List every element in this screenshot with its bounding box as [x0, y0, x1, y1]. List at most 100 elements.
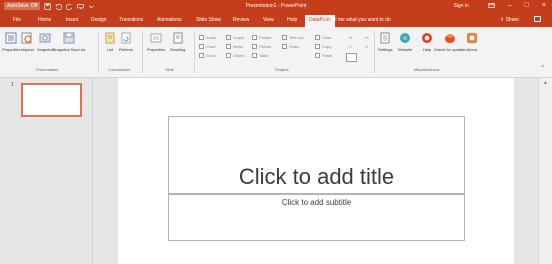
table-button[interactable]: Table	[252, 53, 269, 58]
settings-label: Settings	[378, 47, 393, 52]
scrolling-button[interactable]: Scrolling	[170, 32, 185, 52]
paste-button[interactable]: Paste	[315, 53, 332, 58]
comments-icon[interactable]	[534, 16, 541, 22]
maximize-icon[interactable]: □	[525, 2, 529, 9]
share-button[interactable]: ⇪ Share	[500, 17, 519, 23]
object-icon	[226, 53, 231, 58]
about-icon	[467, 33, 477, 43]
refresh-button[interactable]: Refresh	[119, 32, 133, 52]
refresh-icon	[121, 32, 131, 44]
list-button[interactable]: List	[104, 32, 116, 52]
tab-slide-show[interactable]: Slide Show	[196, 17, 221, 23]
vertical-scrollbar[interactable]: ▲	[538, 78, 552, 264]
chart-icon	[199, 44, 204, 49]
inspect-label: Inspect	[21, 47, 34, 52]
website-label: Website	[398, 47, 413, 52]
audio-label: Audio	[206, 35, 217, 40]
check-updates-icon	[445, 34, 455, 43]
value-box[interactable]	[346, 53, 357, 62]
picture-icon	[252, 44, 257, 49]
audio-button[interactable]: Audio	[199, 35, 216, 40]
slide-editing-area: Click to add title Click to add subtitle	[94, 78, 538, 264]
text-box-button[interactable]: Text box	[282, 35, 304, 40]
paste-label: Paste	[322, 53, 333, 58]
object-label: Object	[233, 53, 245, 58]
graph-button[interactable]: Graph	[226, 35, 244, 40]
audio-icon	[199, 35, 204, 40]
tab-transitions[interactable]: Transitions	[119, 17, 143, 23]
lifebuoy-icon	[422, 33, 432, 43]
tab-review[interactable]: Review	[233, 17, 249, 23]
slide-number: 1	[11, 82, 14, 88]
meter-label: Meter	[233, 44, 244, 49]
collapse-ribbon-icon[interactable]: ^	[541, 65, 544, 71]
ribbon-separator	[194, 31, 195, 73]
group-label-slide: Slide	[165, 67, 174, 72]
subtitle-placeholder[interactable]: Click to add subtitle	[168, 194, 465, 241]
ribbon: Properties Inspect Snapshot Snapshot Sav…	[0, 27, 552, 78]
properties-button[interactable]: Properties	[2, 32, 20, 52]
video-label: Video	[289, 44, 300, 49]
group-label-connections: Connections	[108, 67, 131, 72]
ribbon-display-options-icon[interactable]	[488, 2, 495, 9]
group-label-miscellaneous: Miscellaneous	[414, 67, 440, 72]
snapshot-label: Snapshot	[37, 47, 54, 52]
minimize-icon[interactable]: –	[508, 2, 512, 9]
paste-icon	[315, 53, 320, 58]
group-label-presentation: Presentation	[36, 67, 59, 72]
graph-label: Graph	[233, 35, 245, 40]
minus-x-button[interactable]: -X	[364, 44, 368, 49]
graph-icon	[226, 35, 231, 40]
tab-file[interactable]: File	[13, 17, 21, 23]
chart-label: Chart	[206, 44, 216, 49]
scroll-up-icon[interactable]: ▲	[543, 80, 548, 86]
meter-button[interactable]: Meter	[226, 44, 243, 49]
window-controls: Sign in – □ ×	[453, 2, 546, 9]
slide-canvas[interactable]: Click to add title Click to add subtitle	[118, 78, 514, 264]
close-icon[interactable]: ×	[542, 2, 546, 9]
clear-button[interactable]: Clear	[315, 35, 332, 40]
video-button[interactable]: Video	[282, 44, 299, 49]
object-button[interactable]: Object	[226, 53, 245, 58]
plus-x-button[interactable]: +X	[364, 35, 369, 40]
tab-home[interactable]: Home	[38, 17, 51, 23]
snapshot-save-as-button[interactable]: Snapshot Save As	[53, 32, 85, 52]
snapshot-save-as-label: Snapshot Save As	[52, 47, 86, 52]
tell-me-search[interactable]: ⚲ Tell me what you want to do	[324, 17, 391, 23]
group-label-shapes: Shapes	[275, 67, 289, 72]
tab-animations[interactable]: Animations	[157, 17, 182, 23]
plus-one-button[interactable]: +1	[348, 35, 353, 40]
tab-insert[interactable]: Insert	[66, 17, 79, 23]
tab-help[interactable]: Help	[287, 17, 297, 23]
scrolling-label: Scrolling	[170, 47, 186, 52]
clock-button[interactable]: Clock	[199, 53, 216, 58]
picture-label: Picture	[259, 44, 272, 49]
about-button[interactable]: About	[466, 32, 478, 52]
picture-button[interactable]: Picture	[252, 44, 271, 49]
clear-label: Clear	[322, 35, 332, 40]
check-updates-button[interactable]: Check for updates	[434, 32, 466, 52]
copy-label: Copy	[322, 44, 332, 49]
snapshot-button[interactable]: Snapshot	[37, 32, 54, 52]
settings-button[interactable]: Settings	[378, 32, 392, 52]
about-label: About	[466, 47, 478, 52]
refresh-label: Refresh	[119, 47, 134, 52]
pointer-button[interactable]: Pointer	[252, 35, 272, 40]
ribbon-separator	[374, 31, 375, 73]
copy-button[interactable]: Copy	[315, 44, 331, 49]
tab-design[interactable]: Design	[91, 17, 107, 23]
signin-link[interactable]: Sign in	[453, 3, 468, 9]
settings-icon	[380, 32, 390, 44]
website-button[interactable]: Website	[398, 32, 412, 52]
minus-one-button[interactable]: -1	[348, 44, 352, 49]
slide-thumbnail[interactable]	[21, 83, 82, 117]
help-button[interactable]: Help	[421, 32, 433, 52]
slide-properties-button[interactable]: Properties	[147, 32, 165, 52]
chart-button[interactable]: Chart	[199, 44, 216, 49]
tab-view[interactable]: View	[263, 17, 274, 23]
inspect-button[interactable]: Inspect	[21, 32, 34, 52]
ribbon-tabs: File Home Insert Design Transitions Anim…	[0, 12, 552, 27]
title-placeholder-text: Click to add title	[238, 164, 395, 189]
subtitle-placeholder-text: Click to add subtitle	[281, 198, 352, 207]
title-placeholder[interactable]: Click to add title	[168, 116, 465, 194]
